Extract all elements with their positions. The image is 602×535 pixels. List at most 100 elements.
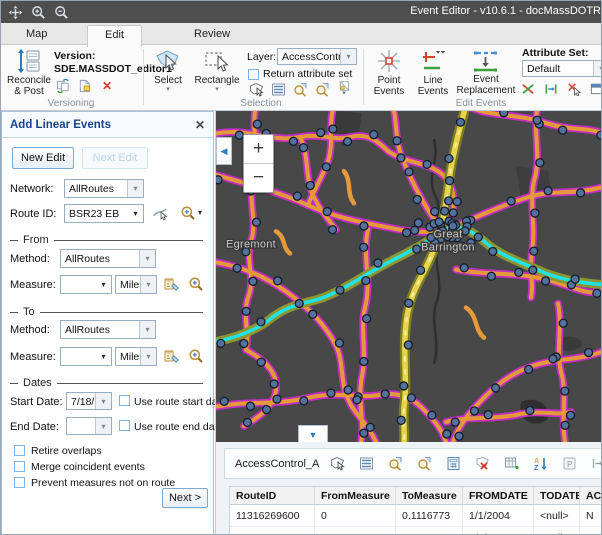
field-calculator-icon[interactable] [445, 455, 462, 472]
select-polygon-icon [155, 48, 181, 74]
reconcile-post-button[interactable]: Reconcile & Post [5, 48, 53, 97]
chevron-down-icon: ▾ [139, 250, 155, 267]
rectangle-select-button[interactable]: Rectangle ▾ [191, 48, 243, 93]
extend-event-icon[interactable] [543, 81, 559, 97]
retire-overlaps-checkbox[interactable] [14, 445, 25, 456]
sort-az-icon[interactable]: AZ [532, 455, 549, 472]
to-method-label: Method: [10, 324, 50, 336]
table-cell[interactable]: <null> [534, 527, 580, 535]
from-measure-combobox[interactable]: ▾ [60, 275, 112, 294]
attribute-window-icon[interactable] [589, 81, 602, 97]
close-icon[interactable]: ✕ [195, 118, 205, 132]
pan-icon[interactable] [7, 4, 23, 20]
from-method-select[interactable]: AllRoutes ▾ [60, 249, 156, 268]
layer-select[interactable]: AccessControl_A ▾ [277, 48, 357, 65]
zoom-to-route-icon[interactable] [180, 205, 196, 221]
zoom-to-measure-icon[interactable] [188, 276, 204, 292]
point-events-button[interactable]: Point Events [369, 48, 409, 97]
route-id-label: Route ID: [10, 208, 56, 220]
chevron-down-icon[interactable]: ▾ [198, 208, 202, 217]
use-route-end-date-checkbox[interactable] [119, 420, 130, 431]
attribute-set-label: Attribute Set: [522, 47, 589, 59]
attribute-list-icon[interactable] [358, 455, 375, 472]
select-route-on-map-icon[interactable] [152, 205, 168, 221]
zoom-to-selection-icon[interactable] [292, 81, 308, 97]
tab-edit[interactable]: Edit [87, 25, 142, 47]
selectable-layers-icon[interactable]: ▾ [336, 81, 352, 97]
delete-version-icon[interactable]: ✕ [99, 78, 115, 94]
table-cell[interactable]: 0.1116773 [396, 505, 463, 527]
measure-on-map-icon[interactable] [164, 276, 180, 292]
table-cell[interactable]: N [580, 527, 602, 535]
new-edit-button[interactable]: New Edit [12, 147, 74, 169]
chevron-down-icon: ▾ [342, 91, 346, 97]
column-header-tomeasure[interactable]: ToMeasure [396, 487, 463, 505]
from-units-select[interactable]: Miles ▾ [115, 275, 157, 294]
chevron-down-icon: ▾ [127, 180, 143, 197]
attribute-list-icon[interactable] [270, 81, 286, 97]
table-cell[interactable]: 11316269600 [230, 505, 315, 527]
start-date-picker[interactable]: 7/18/ ▾ [66, 392, 112, 410]
next-button[interactable]: Next > [162, 488, 208, 508]
start-date-label: Start Date: [10, 396, 63, 408]
merge-event-icon[interactable] [566, 81, 582, 97]
to-units-select[interactable]: Miles ▾ [115, 347, 157, 366]
table-cell[interactable]: 11316270600 [230, 527, 315, 535]
zoom-to-selection-icon[interactable] [387, 455, 404, 472]
table-cell[interactable]: 1/1/2004 [463, 527, 534, 535]
line-events-button[interactable]: Line Events [413, 48, 453, 97]
network-select[interactable]: AllRoutes ▾ [64, 179, 144, 198]
column-header-todate[interactable]: TODATE [534, 487, 580, 505]
collapse-left-icon: ◀ [221, 146, 228, 157]
clear-selection-icon[interactable] [474, 455, 491, 472]
measure-on-map-icon[interactable] [164, 348, 180, 364]
zoom-to-measure-icon[interactable] [188, 348, 204, 364]
select-by-polygon-icon[interactable] [329, 455, 346, 472]
from-measure-label: Measure: [10, 279, 56, 291]
table-cell[interactable]: 0.0795596 [396, 527, 463, 535]
extend-event-icon [590, 455, 602, 472]
rectangle-select-icon [204, 48, 230, 74]
next-edit-button: Next Edit [82, 147, 148, 169]
zoom-out-icon[interactable] [53, 4, 69, 20]
pan-to-selection-icon[interactable] [314, 81, 330, 97]
table-cell[interactable]: 0 [315, 505, 396, 527]
new-version-icon[interactable] [77, 78, 93, 94]
column-header-fromdate[interactable]: FROMDATE [463, 487, 534, 505]
zoom-in-icon[interactable] [30, 4, 46, 20]
table-cell[interactable]: 0 [315, 527, 396, 535]
pan-to-selection-icon[interactable] [416, 455, 433, 472]
end-date-picker[interactable]: ▾ [66, 417, 112, 435]
column-header-access[interactable]: AC [580, 487, 602, 505]
map-zoom-control: + − [243, 134, 274, 193]
table-cell[interactable]: <null> [534, 505, 580, 527]
collapse-panel-left-tab[interactable]: ◀ [216, 137, 232, 165]
return-attribute-set-checkbox[interactable] [248, 69, 259, 80]
refresh-version-icon[interactable] [55, 78, 71, 94]
map-zoom-in-button[interactable]: + [244, 135, 273, 163]
dates-section-divider: Dates [10, 377, 203, 389]
table-cell[interactable]: N [580, 505, 602, 527]
map-zoom-out-button[interactable]: − [244, 163, 273, 192]
ribbon: Reconcile & Post Version: SDE.MASSDOT_ed… [1, 45, 602, 111]
tab-review[interactable]: Review [177, 25, 247, 44]
use-route-start-date-checkbox[interactable] [119, 395, 130, 406]
select-button[interactable]: Select ▾ [147, 48, 189, 93]
merge-coincident-events-checkbox[interactable] [14, 461, 25, 472]
select-by-polygon-icon[interactable] [248, 81, 264, 97]
event-replacement-button[interactable]: Event Replacement [455, 48, 517, 96]
column-header-routeid[interactable]: RouteID [230, 487, 315, 505]
prevent-measures-checkbox[interactable] [14, 477, 25, 488]
collapse-table-tab[interactable]: ▼ [298, 425, 328, 442]
route-id-combobox[interactable]: BSR23 EB ▾ [64, 204, 144, 223]
to-section-divider: To [10, 306, 203, 318]
add-records-icon[interactable] [503, 455, 520, 472]
chevron-down-icon: ▾ [128, 205, 143, 222]
tab-map[interactable]: Map [9, 25, 64, 44]
to-measure-combobox[interactable]: ▾ [60, 347, 112, 366]
to-method-select[interactable]: AllRoutes ▾ [60, 320, 156, 339]
table-cell[interactable]: 1/1/2004 [463, 505, 534, 527]
column-header-frommeasure[interactable]: FromMeasure [315, 487, 396, 505]
attribute-set-select[interactable]: Default ▾ [522, 60, 602, 77]
split-event-icon[interactable] [520, 81, 536, 97]
